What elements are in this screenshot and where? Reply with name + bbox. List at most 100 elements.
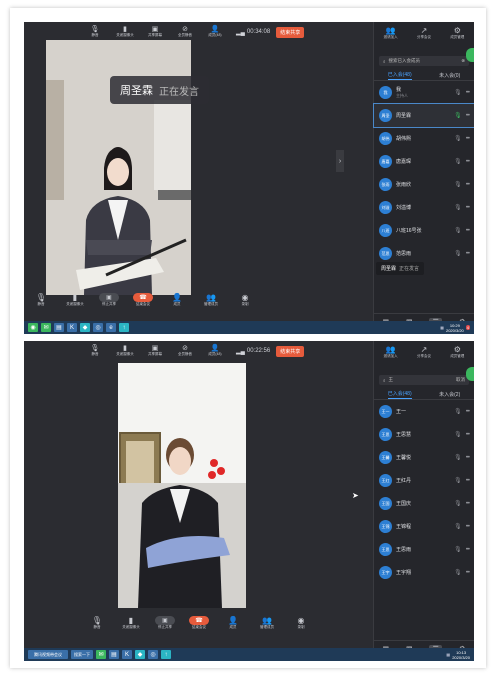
- camera-button[interactable]: ▮ 关闭摄像头: [58, 293, 92, 307]
- meeting-app-icon[interactable]: ◆: [135, 650, 145, 659]
- mic-status-icon[interactable]: 🎙: [454, 181, 462, 188]
- member-row[interactable]: 王锦 王锦程 🎙 •••: [374, 515, 474, 538]
- mute-all-button[interactable]: ⊘ 全员静音: [170, 343, 200, 359]
- mic-status-icon[interactable]: 🎙: [454, 546, 462, 553]
- browser-icon[interactable]: ◎: [93, 323, 103, 332]
- mic-status-icon[interactable]: 🎙: [454, 500, 462, 507]
- meeting-app-icon[interactable]: ◆: [80, 323, 90, 332]
- invite-button[interactable]: 👥 邀请加入: [377, 26, 405, 52]
- mic-status-icon[interactable]: 🎙: [454, 523, 462, 530]
- more-options-icon[interactable]: •••: [466, 524, 470, 530]
- tab-not-joined[interactable]: 未入会(2): [439, 391, 460, 398]
- mic-status-icon[interactable]: 🎙: [454, 89, 462, 96]
- more-options-icon[interactable]: •••: [466, 159, 470, 165]
- mic-status-icon[interactable]: 🎙: [454, 408, 462, 415]
- member-row[interactable]: 周圣 周圣霖 🎙 •••: [373, 103, 474, 128]
- end-meeting-button[interactable]: ☎ 结束会议: [182, 616, 216, 630]
- stop-share-button[interactable]: ▣ 停止共享: [92, 293, 126, 307]
- search-taskbar-item[interactable]: 搜索一下: [71, 650, 93, 659]
- wechat-icon[interactable]: ✉: [96, 650, 106, 659]
- app-icon[interactable]: K: [122, 650, 132, 659]
- member-row[interactable]: 王思 王思慧 🎙 •••: [374, 423, 474, 446]
- share-screen-button[interactable]: ▣ 共享屏幕: [140, 24, 170, 40]
- members-button[interactable]: 👤 成员(48): [200, 24, 230, 40]
- end-share-button[interactable]: 结束共享: [276, 345, 305, 357]
- mute-button[interactable]: 🎙 静音: [80, 24, 110, 40]
- assistant-tab[interactable]: [466, 367, 474, 381]
- mic-status-icon[interactable]: 🎙: [454, 227, 462, 234]
- upload-icon[interactable]: ↑: [161, 650, 171, 659]
- camera-button[interactable]: ▮ 关闭摄像头: [110, 343, 140, 359]
- more-options-icon[interactable]: •••: [466, 251, 470, 257]
- member-button[interactable]: 👤 成员: [216, 616, 250, 630]
- manage-members-button[interactable]: ⚙ 成员管理: [443, 26, 471, 52]
- end-meeting-button[interactable]: ☎ 结束会议: [126, 293, 160, 307]
- more-options-icon[interactable]: •••: [466, 570, 470, 576]
- member-row[interactable]: 王国 王国庆 🎙 •••: [374, 492, 474, 515]
- explorer-icon[interactable]: ▤: [54, 323, 64, 332]
- more-options-icon[interactable]: •••: [466, 228, 470, 234]
- notification-badge[interactable]: 4: [465, 325, 470, 330]
- share-meeting-button[interactable]: ↗ 分享会议: [410, 345, 438, 371]
- mic-status-icon[interactable]: 🎙: [454, 569, 462, 576]
- clear-icon[interactable]: ⊗: [461, 58, 465, 64]
- manage-button[interactable]: 👥 管理成员: [250, 616, 284, 630]
- share-screen-button[interactable]: ▣ 共享屏幕: [140, 343, 170, 359]
- more-options-icon[interactable]: •••: [466, 113, 470, 119]
- explorer-icon[interactable]: ▤: [109, 650, 119, 659]
- collapse-panel-button[interactable]: ›: [336, 150, 344, 172]
- share-meeting-button[interactable]: ↗ 分享会议: [410, 26, 438, 52]
- mute-button[interactable]: 🎙 静音: [80, 616, 114, 630]
- stop-share-button[interactable]: ▣ 停止共享: [148, 616, 182, 630]
- more-options-icon[interactable]: •••: [466, 478, 470, 484]
- member-row[interactable]: 王馨 王馨悦 🎙 •••: [374, 446, 474, 469]
- camera-button[interactable]: ▮ 关闭摄像头: [114, 616, 148, 630]
- member-button[interactable]: 👤 成员: [160, 293, 194, 307]
- member-row[interactable]: 唐嘉 唐嘉琛 🎙 •••: [374, 150, 474, 173]
- more-options-icon[interactable]: •••: [466, 182, 470, 188]
- member-row[interactable]: 王宇 王宇翔 🎙 •••: [374, 561, 474, 584]
- record-button[interactable]: ◉ 录制: [284, 616, 318, 630]
- tab-joined[interactable]: 已入会(48): [387, 390, 412, 399]
- mic-status-icon[interactable]: 🎙: [454, 431, 462, 438]
- mic-status-icon[interactable]: 🎙: [454, 204, 462, 211]
- manage-members-button[interactable]: ⚙ 成员管理: [443, 345, 471, 371]
- end-share-button[interactable]: 结束共享: [276, 26, 305, 38]
- edge-icon[interactable]: e: [106, 323, 116, 332]
- more-options-icon[interactable]: •••: [466, 501, 470, 507]
- member-row[interactable]: 胡伟 胡伟熙 🎙 •••: [374, 127, 474, 150]
- wechat-icon[interactable]: ✉: [41, 323, 51, 332]
- more-options-icon[interactable]: •••: [466, 205, 470, 211]
- tab-joined[interactable]: 已入会(48): [387, 71, 412, 80]
- member-row[interactable]: 王红 王红丹 🎙 •••: [374, 469, 474, 492]
- mic-status-icon[interactable]: 🎙: [454, 250, 462, 257]
- mic-status-icon[interactable]: 🎙: [454, 454, 462, 461]
- tab-not-joined[interactable]: 未入会(0): [439, 72, 460, 79]
- mic-status-icon[interactable]: 🎙: [454, 112, 462, 119]
- record-button[interactable]: ◉ 录制: [228, 293, 262, 307]
- browser-icon[interactable]: ◎: [148, 650, 158, 659]
- member-row[interactable]: 王思 王思雨 🎙 •••: [374, 538, 474, 561]
- members-button[interactable]: 👤 成员(48): [200, 343, 230, 359]
- member-row[interactable]: 刘溢 刘溢博 🎙 •••: [374, 196, 474, 219]
- start-icon[interactable]: ◉: [28, 323, 38, 332]
- more-options-icon[interactable]: •••: [466, 547, 470, 553]
- more-options-icon[interactable]: •••: [466, 455, 470, 461]
- mute-button[interactable]: 🎙 静音: [80, 343, 110, 359]
- more-options-icon[interactable]: •••: [466, 136, 470, 142]
- mic-status-icon[interactable]: 🎙: [454, 158, 462, 165]
- more-options-icon[interactable]: •••: [466, 409, 470, 415]
- manage-button[interactable]: 👥 管理成员: [194, 293, 228, 307]
- mute-all-button[interactable]: ⊘ 全员静音: [170, 24, 200, 40]
- member-row[interactable]: 我我主持人 🎙 •••: [374, 81, 474, 104]
- more-options-icon[interactable]: •••: [466, 90, 470, 96]
- member-search[interactable]: ⌕ 王 取消: [379, 375, 469, 385]
- meeting-taskbar-item[interactable]: 腾讯视频带会议: [28, 650, 68, 659]
- member-row[interactable]: 八班 八班16号张 🎙 •••: [374, 219, 474, 242]
- invite-button[interactable]: 👥 邀请加入: [377, 345, 405, 371]
- mute-button[interactable]: 🎙 静音: [24, 293, 58, 307]
- cancel-search-button[interactable]: 取消: [456, 377, 465, 383]
- more-options-icon[interactable]: •••: [466, 432, 470, 438]
- assistant-tab[interactable]: [466, 48, 474, 62]
- camera-button[interactable]: ▮ 关闭摄像头: [110, 24, 140, 40]
